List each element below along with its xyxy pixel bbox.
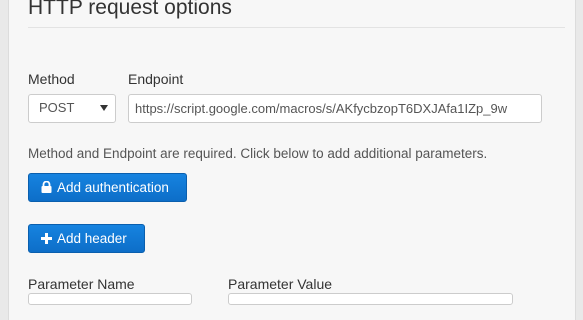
title-divider bbox=[28, 27, 565, 28]
method-select[interactable]: POST bbox=[28, 94, 116, 123]
plus-icon bbox=[41, 233, 52, 247]
add-header-button[interactable]: Add header bbox=[28, 224, 145, 253]
parameter-value-input[interactable] bbox=[228, 293, 513, 305]
endpoint-label: Endpoint bbox=[128, 71, 184, 87]
method-select-value: POST bbox=[39, 100, 75, 115]
parameter-name-input[interactable] bbox=[28, 293, 192, 305]
add-authentication-label: Add authentication bbox=[57, 180, 169, 195]
add-authentication-button[interactable]: Add authentication bbox=[28, 173, 187, 202]
help-text: Method and Endpoint are required. Click … bbox=[28, 146, 488, 161]
add-header-label: Add header bbox=[57, 231, 127, 246]
http-options-panel: HTTP request options Method Endpoint POS… bbox=[8, 0, 576, 320]
method-label: Method bbox=[28, 71, 75, 87]
lock-icon bbox=[41, 180, 52, 196]
caret-down-icon bbox=[100, 105, 108, 111]
parameter-name-label: Parameter Name bbox=[28, 276, 135, 292]
endpoint-input[interactable]: https://script.google.com/macros/s/AKfyc… bbox=[128, 94, 542, 123]
parameter-value-label: Parameter Value bbox=[228, 276, 333, 292]
section-title: HTTP request options bbox=[28, 0, 232, 19]
